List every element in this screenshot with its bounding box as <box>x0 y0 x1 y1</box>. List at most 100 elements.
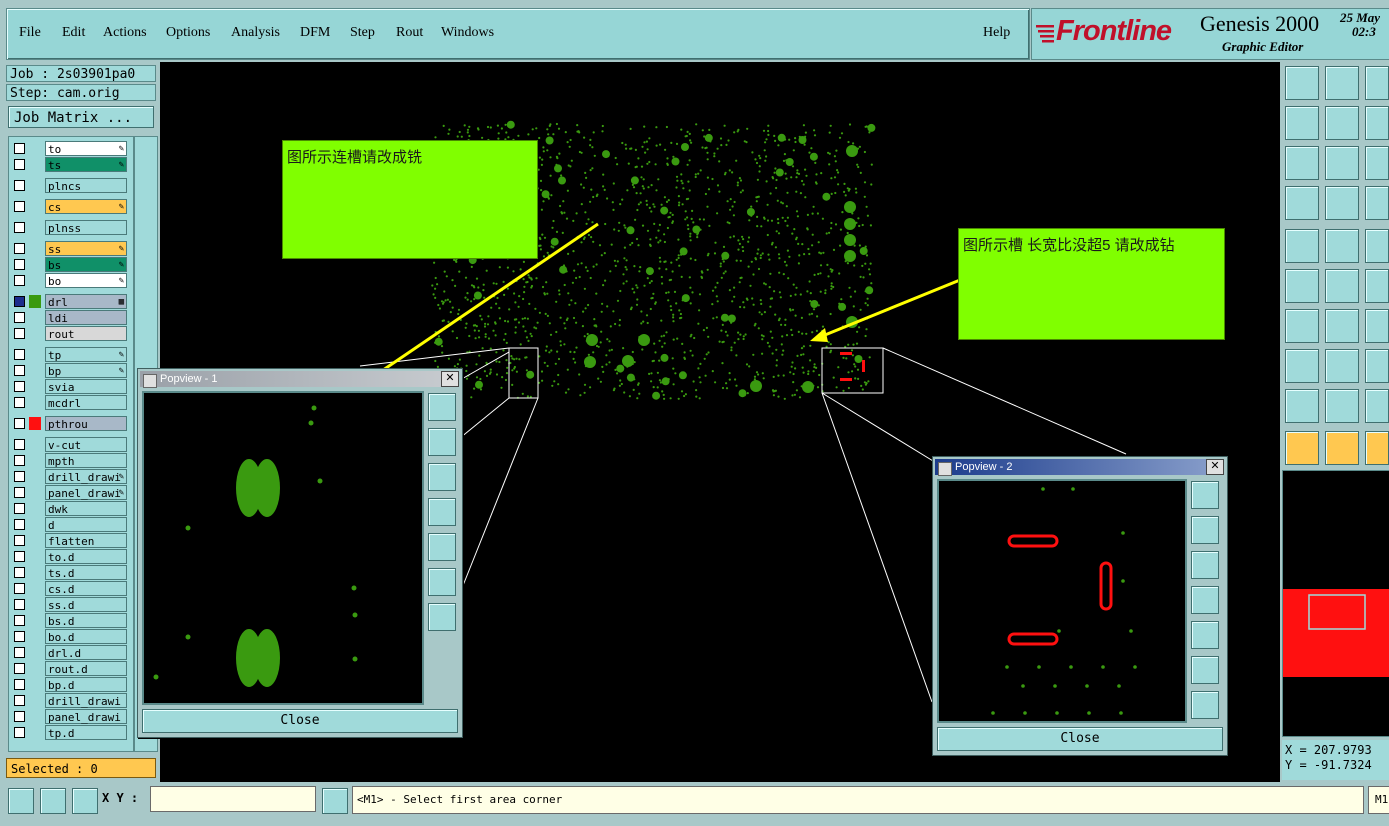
job-matrix-button[interactable]: Job Matrix ... <box>8 106 154 128</box>
measure-icon[interactable] <box>40 788 66 814</box>
popview-1-close-button[interactable]: Close <box>142 709 458 733</box>
step-right-icon[interactable] <box>1325 106 1359 140</box>
layer-checkbox[interactable] <box>14 615 25 626</box>
zoom-out-button[interactable] <box>1191 691 1219 719</box>
feature-icon[interactable] <box>1285 349 1319 383</box>
layer-checkbox[interactable] <box>14 180 25 191</box>
grid-snap-icon[interactable] <box>72 788 98 814</box>
layer-row-ts[interactable]: ts ✎ <box>9 157 133 172</box>
close-icon[interactable]: ✕ <box>1206 459 1224 475</box>
xy-input[interactable] <box>150 786 316 812</box>
layer-row-mpth[interactable]: mpth <box>9 453 133 468</box>
layer-name[interactable]: svia <box>45 379 127 394</box>
layer-row-drill_drawi[interactable]: drill_drawi ✎ <box>9 469 133 484</box>
layer-checkbox[interactable] <box>14 455 25 466</box>
layer-name[interactable]: mpth <box>45 453 127 468</box>
layer-name[interactable]: cs.d <box>45 581 127 596</box>
move-icon[interactable] <box>1365 269 1389 303</box>
home-icon[interactable] <box>1365 66 1389 100</box>
select-box-icon[interactable] <box>1325 431 1359 465</box>
tools-icon[interactable] <box>1285 186 1319 220</box>
popview-1-titlebar[interactable]: Popview - 1 <box>140 371 458 388</box>
layer-name[interactable]: flatten <box>45 533 127 548</box>
layer-name[interactable]: drl ▦ <box>45 294 127 309</box>
menu-dfm[interactable]: DFM <box>300 25 330 41</box>
layer-checkbox[interactable] <box>14 397 25 408</box>
layer-row-v-cut[interactable]: v-cut <box>9 437 133 452</box>
layer-row-plnss[interactable]: plnss <box>9 220 133 235</box>
layer-row-mcdrl[interactable]: mcdrl <box>9 395 133 410</box>
layer-checkbox[interactable] <box>14 711 25 722</box>
layer-checkbox[interactable] <box>14 503 25 514</box>
popview-1-view[interactable] <box>142 391 424 705</box>
zoom-fit-button[interactable] <box>1191 481 1219 509</box>
menu-options[interactable]: Options <box>166 25 210 41</box>
zoom-area-icon[interactable] <box>8 788 34 814</box>
layer-checkbox[interactable] <box>14 243 25 254</box>
pan-down-button[interactable] <box>1191 551 1219 579</box>
layer-row-pthrou[interactable]: pthrou <box>9 416 133 431</box>
layer-checkbox[interactable] <box>14 143 25 154</box>
layer-checkbox[interactable] <box>14 599 25 610</box>
layer-name[interactable]: bo ✎ <box>45 273 127 288</box>
triangle-b-icon[interactable] <box>1325 389 1359 423</box>
layer-name[interactable]: bo.d <box>45 629 127 644</box>
layer-checkbox[interactable] <box>14 695 25 706</box>
layer-row-dwk[interactable]: dwk <box>9 501 133 516</box>
layer-name[interactable]: tp ✎ <box>45 347 127 362</box>
menu-help[interactable]: Help <box>983 25 1010 41</box>
menu-step[interactable]: Step <box>350 25 375 41</box>
layer-checkbox[interactable] <box>14 727 25 738</box>
pan-left-button[interactable] <box>428 498 456 526</box>
layer-checkbox[interactable] <box>14 631 25 642</box>
layer-name[interactable]: plnss <box>45 220 127 235</box>
layer-checkbox[interactable] <box>14 535 25 546</box>
zoom-out-button[interactable] <box>428 603 456 631</box>
layer-name[interactable]: rout <box>45 326 127 341</box>
layer-row-ts.d[interactable]: ts.d <box>9 565 133 580</box>
layer-checkbox[interactable] <box>14 201 25 212</box>
info-button[interactable] <box>322 788 348 814</box>
layer-name[interactable]: drl.d <box>45 645 127 660</box>
zoom-in-button[interactable] <box>428 568 456 596</box>
layer-row-rout[interactable]: rout <box>9 326 133 341</box>
layer-row-to.d[interactable]: to.d <box>9 549 133 564</box>
layer-checkbox[interactable] <box>14 679 25 690</box>
step-up-icon[interactable] <box>1285 66 1319 100</box>
menu-rout[interactable]: Rout <box>396 25 423 41</box>
layer-checkbox[interactable] <box>14 647 25 658</box>
layer-row-to[interactable]: to ✎ <box>9 141 133 156</box>
stretch-icon[interactable] <box>1365 349 1389 383</box>
pan-right-button[interactable] <box>428 533 456 561</box>
window-menu-icon[interactable] <box>143 374 157 388</box>
triangle-a-icon[interactable] <box>1285 389 1319 423</box>
pan-up-button[interactable] <box>428 428 456 456</box>
layer-row-flatten[interactable]: flatten <box>9 533 133 548</box>
connect-icon[interactable] <box>1285 269 1319 303</box>
layer-name[interactable]: drill_drawi ✎ <box>45 469 127 484</box>
menu-actions[interactable]: Actions <box>103 25 147 41</box>
layer-checkbox[interactable] <box>14 471 25 482</box>
layer-row-ldi[interactable]: ldi <box>9 310 133 325</box>
layer-row-bp[interactable]: bp ✎ <box>9 363 133 378</box>
layer-checkbox[interactable] <box>14 663 25 674</box>
snap-icon[interactable] <box>1325 186 1359 220</box>
select-icon[interactable] <box>1285 431 1319 465</box>
layer-checkbox[interactable] <box>14 159 25 170</box>
layer-name[interactable]: bs.d <box>45 613 127 628</box>
layer-name[interactable]: dwk <box>45 501 127 516</box>
layer-checkbox[interactable] <box>14 439 25 450</box>
layer-name[interactable]: panel_drawi <box>45 709 127 724</box>
step-down-icon[interactable] <box>1325 66 1359 100</box>
layer-row-bs[interactable]: bs ✎ <box>9 257 133 272</box>
layer-name[interactable]: mcdrl <box>45 395 127 410</box>
rotate-icon[interactable] <box>1365 309 1389 343</box>
layer-row-bo.d[interactable]: bo.d <box>9 629 133 644</box>
layer-name[interactable]: ss.d <box>45 597 127 612</box>
layer-name[interactable]: cs ✎ <box>45 199 127 214</box>
layer-row-plncs[interactable]: plncs <box>9 178 133 193</box>
layer-row-d[interactable]: d <box>9 517 133 532</box>
layer-name[interactable]: plncs <box>45 178 127 193</box>
pan-up-button[interactable] <box>1191 516 1219 544</box>
layer-checkbox[interactable] <box>14 487 25 498</box>
